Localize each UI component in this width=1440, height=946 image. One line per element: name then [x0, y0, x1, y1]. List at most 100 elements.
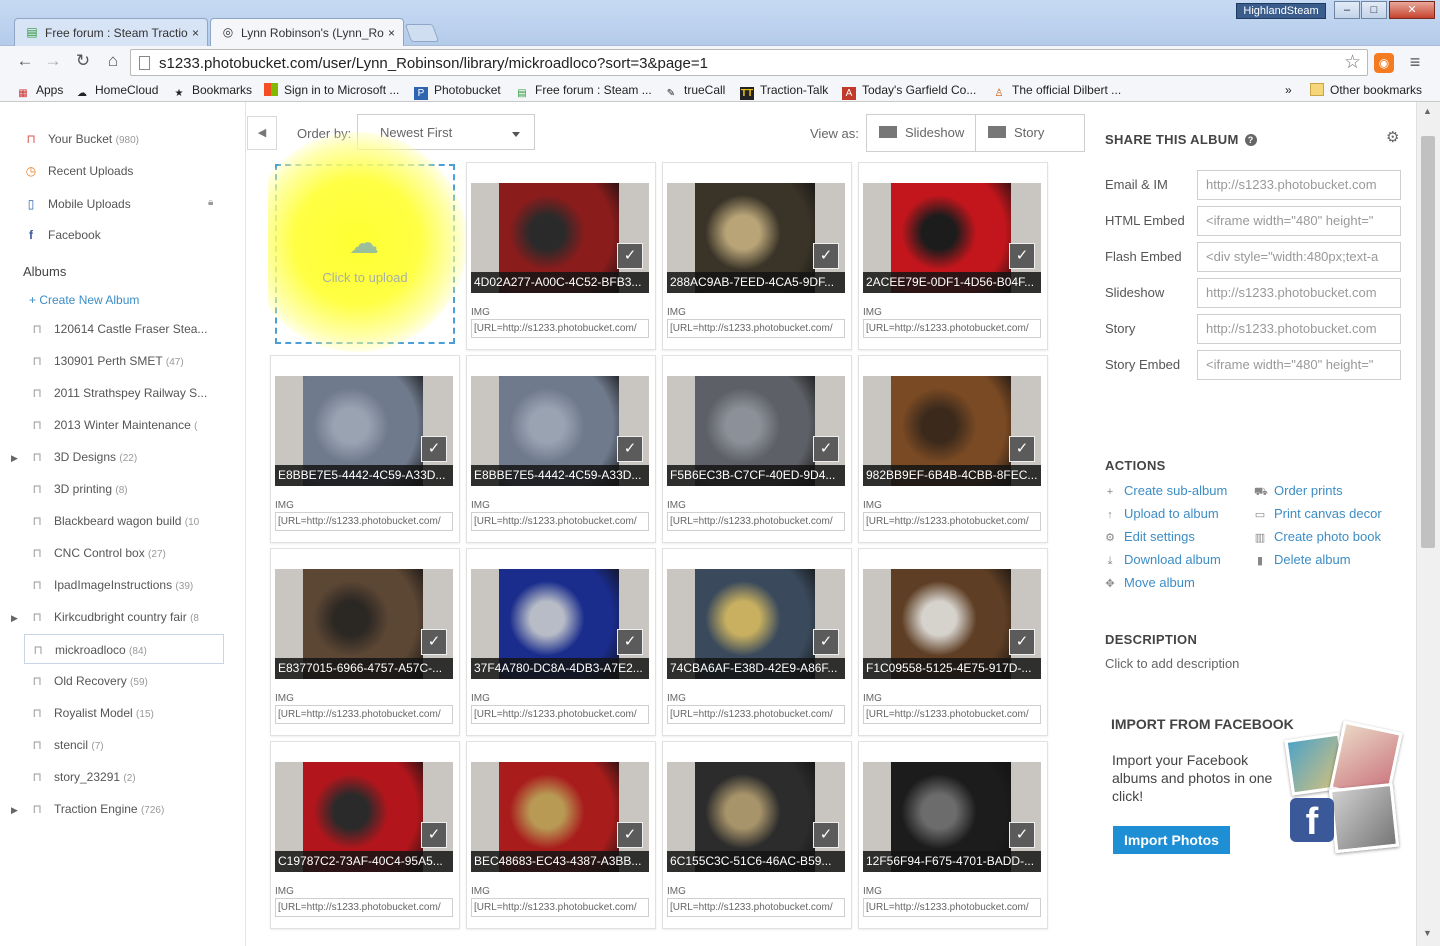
- photo-card[interactable]: ✓ 37F4A780-DC8A-4DB3-A7E2... IMG [URL=http:…: [466, 548, 656, 736]
- checkmark-icon[interactable]: ✓: [1009, 629, 1035, 655]
- tab-free-forum[interactable]: ▤ Free forum : Steam Tractio ×: [14, 18, 208, 46]
- help-icon[interactable]: ?: [1244, 134, 1257, 146]
- photo-card[interactable]: ✓ C19787C2-73AF-40C4-95A5... IMG [URL=http:…: [270, 741, 460, 929]
- user-badge[interactable]: HighlandSteam: [1236, 3, 1326, 19]
- checkmark-icon[interactable]: ✓: [617, 629, 643, 655]
- photo-card[interactable]: ✓ 74CBA6AF-E38D-42E9-A86F... IMG [URL=http:…: [662, 548, 852, 736]
- photo-card[interactable]: ✓ E8377015-6966-4757-A57C-... IMG [URL=http…: [270, 548, 460, 736]
- share-field-input[interactable]: <iframe width="480" height=": [1197, 350, 1401, 380]
- checkmark-icon[interactable]: ✓: [617, 243, 643, 269]
- sidebar-album-item[interactable]: ⊓ Traction Engine (726): [24, 794, 224, 824]
- img-code-field[interactable]: [URL=http://s1233.photobucket.com/: [667, 705, 845, 724]
- upload-dropzone[interactable]: ☁ Click to upload: [268, 132, 467, 352]
- bookmark-microsoft[interactable]: Sign in to Microsoft ...: [264, 82, 399, 98]
- photo-card[interactable]: ✓ 288AC9AB-7EED-4CA5-9DF... IMG [URL=http:/…: [662, 162, 852, 350]
- forward-arrow-icon[interactable]: →: [42, 50, 64, 72]
- bookmark-photobucket[interactable]: P Photobucket: [414, 82, 501, 100]
- expand-arrow-icon[interactable]: ▶: [11, 613, 18, 624]
- expand-arrow-icon[interactable]: ▶: [11, 805, 18, 816]
- checkmark-icon[interactable]: ✓: [617, 822, 643, 848]
- bookmark-truecall[interactable]: ✎ trueCall: [664, 82, 726, 100]
- action-delete-album[interactable]: ▮ Delete album: [1254, 552, 1351, 567]
- sidebar-album-item[interactable]: ⊓ IpadImageInstructions (39): [24, 570, 224, 600]
- address-bar[interactable]: s1233.photobucket.com/user/Lynn_Robinson…: [130, 49, 1368, 76]
- photo-card[interactable]: ✓ E8BBE7E5-4442-4C59-A33D... IMG [URL=http:…: [270, 355, 460, 543]
- maximize-button[interactable]: □: [1361, 1, 1387, 19]
- checkmark-icon[interactable]: ✓: [813, 822, 839, 848]
- description-field[interactable]: Click to add description: [1105, 656, 1239, 671]
- checkmark-icon[interactable]: ✓: [421, 436, 447, 462]
- img-code-field[interactable]: [URL=http://s1233.photobucket.com/: [863, 319, 1041, 338]
- img-code-field[interactable]: [URL=http://s1233.photobucket.com/: [471, 705, 649, 724]
- photo-card[interactable]: ✓ 2ACEE79E-0DF1-4D56-B04F... IMG [URL=http:…: [858, 162, 1048, 350]
- sidebar-album-item[interactable]: ⊓ stencil (7): [24, 730, 224, 760]
- photo-card[interactable]: ✓ 12F56F94-F675-4701-BADD-... IMG [URL=http…: [858, 741, 1048, 929]
- action-upload-to-album[interactable]: ↑ Upload to album: [1104, 506, 1218, 521]
- tab-close-icon[interactable]: ×: [192, 19, 199, 46]
- sidebar-album-item[interactable]: ⊓ 130901 Perth SMET (47): [24, 346, 224, 376]
- action-order-prints[interactable]: ⛟ Order prints: [1254, 483, 1343, 500]
- sidebar-album-item[interactable]: ⊓ Blackbeard wagon build (10: [24, 506, 224, 536]
- scroll-up-icon[interactable]: ▲: [1423, 106, 1432, 116]
- bookmark-apps[interactable]: ▦ Apps: [16, 82, 63, 100]
- sidebar-album-item[interactable]: ⊓ 3D printing (8): [24, 474, 224, 504]
- bookmark-garfield[interactable]: A Today's Garfield Co...: [842, 82, 976, 100]
- share-field-input[interactable]: http://s1233.photobucket.com: [1197, 278, 1401, 308]
- checkmark-icon[interactable]: ✓: [1009, 243, 1035, 269]
- bookmark-dilbert[interactable]: ♙ The official Dilbert ...: [992, 82, 1122, 100]
- sidebar-album-item[interactable]: ⊓ Old Recovery (59): [24, 666, 224, 696]
- reload-icon[interactable]: ↻: [72, 50, 94, 72]
- share-field-input[interactable]: http://s1233.photobucket.com: [1197, 314, 1401, 344]
- share-field-input[interactable]: http://s1233.photobucket.com: [1197, 170, 1401, 200]
- sidebar-item-recent-uploads[interactable]: ◷ Recent Uploads: [24, 163, 134, 179]
- sidebar-album-item[interactable]: ⊓ 2013 Winter Maintenance (: [24, 410, 224, 440]
- scrollbar-thumb[interactable]: [1421, 136, 1435, 548]
- share-field-input[interactable]: <div style="width:480px;text-a: [1197, 242, 1401, 272]
- photo-card[interactable]: ✓ F5B6EC3B-C7CF-40ED-9D4... IMG [URL=http:/…: [662, 355, 852, 543]
- photo-card[interactable]: ✓ 6C155C3C-51C6-46AC-B59... IMG [URL=http:/…: [662, 741, 852, 929]
- checkmark-icon[interactable]: ✓: [1009, 436, 1035, 462]
- img-code-field[interactable]: [URL=http://s1233.photobucket.com/: [667, 898, 845, 917]
- checkmark-icon[interactable]: ✓: [813, 629, 839, 655]
- sidebar-album-item[interactable]: ⊓ CNC Control box (27): [24, 538, 224, 568]
- checkmark-icon[interactable]: ✓: [421, 629, 447, 655]
- img-code-field[interactable]: [URL=http://s1233.photobucket.com/: [275, 705, 453, 724]
- checkmark-icon[interactable]: ✓: [1009, 822, 1035, 848]
- bookmark-homecloud[interactable]: ☁ HomeCloud: [75, 82, 158, 100]
- tab-close-icon[interactable]: ×: [388, 19, 395, 46]
- img-code-field[interactable]: [URL=http://s1233.photobucket.com/: [471, 319, 649, 338]
- sidebar-album-item[interactable]: ⊓ story_23291 (2): [24, 762, 224, 792]
- sidebar-album-item[interactable]: ⊓ Royalist Model (15): [24, 698, 224, 728]
- sidebar-album-item[interactable]: ⊓ 2011 Strathspey Railway S...: [24, 378, 224, 408]
- tab-lynn-robinson[interactable]: ◎ Lynn Robinson's (Lynn_Ro ×: [210, 18, 404, 46]
- bookmark-free-forum[interactable]: ▤ Free forum : Steam ...: [515, 82, 651, 100]
- bookmarks-overflow-chevron[interactable]: »: [1285, 82, 1292, 98]
- sidebar-album-item[interactable]: ⊓ 120614 Castle Fraser Stea...: [24, 314, 224, 344]
- action-create-photo-book[interactable]: ▥ Create photo book: [1254, 529, 1381, 544]
- img-code-field[interactable]: [URL=http://s1233.photobucket.com/: [275, 898, 453, 917]
- create-new-album-link[interactable]: + Create New Album: [29, 293, 139, 307]
- action-download-album[interactable]: ⤓ Download album: [1104, 552, 1221, 568]
- new-tab-button[interactable]: [404, 24, 440, 42]
- extension-icon[interactable]: ◉: [1374, 53, 1394, 73]
- import-photos-button[interactable]: Import Photos: [1113, 826, 1230, 854]
- img-code-field[interactable]: [URL=http://s1233.photobucket.com/: [863, 512, 1041, 531]
- close-window-button[interactable]: ✕: [1389, 1, 1435, 19]
- sidebar-item-facebook[interactable]: f Facebook: [24, 227, 101, 243]
- expand-arrow-icon[interactable]: ▶: [11, 453, 18, 464]
- home-icon[interactable]: ⌂: [102, 50, 124, 72]
- sidebar-album-item[interactable]: ⊓ Kirkcudbright country fair (8: [24, 602, 224, 632]
- bookmark-bookmarks[interactable]: ★ Bookmarks: [172, 82, 253, 100]
- img-code-field[interactable]: [URL=http://s1233.photobucket.com/: [667, 319, 845, 338]
- img-code-field[interactable]: [URL=http://s1233.photobucket.com/: [667, 512, 845, 531]
- bookmark-traction-talk[interactable]: TT Traction-Talk: [740, 82, 828, 100]
- bookmark-star-icon[interactable]: ☆: [1344, 51, 1361, 74]
- gear-icon[interactable]: ⚙: [1386, 128, 1399, 146]
- checkmark-icon[interactable]: ✓: [617, 436, 643, 462]
- photo-card[interactable]: ✓ BEC48683-EC43-4387-A3BB... IMG [URL=http:…: [466, 741, 656, 929]
- checkmark-icon[interactable]: ✓: [813, 243, 839, 269]
- scroll-down-icon[interactable]: ▼: [1423, 928, 1432, 938]
- chrome-menu-icon[interactable]: ≡: [1406, 52, 1424, 72]
- action-edit-settings[interactable]: ⚙ Edit settings: [1104, 529, 1195, 544]
- img-code-field[interactable]: [URL=http://s1233.photobucket.com/: [471, 512, 649, 531]
